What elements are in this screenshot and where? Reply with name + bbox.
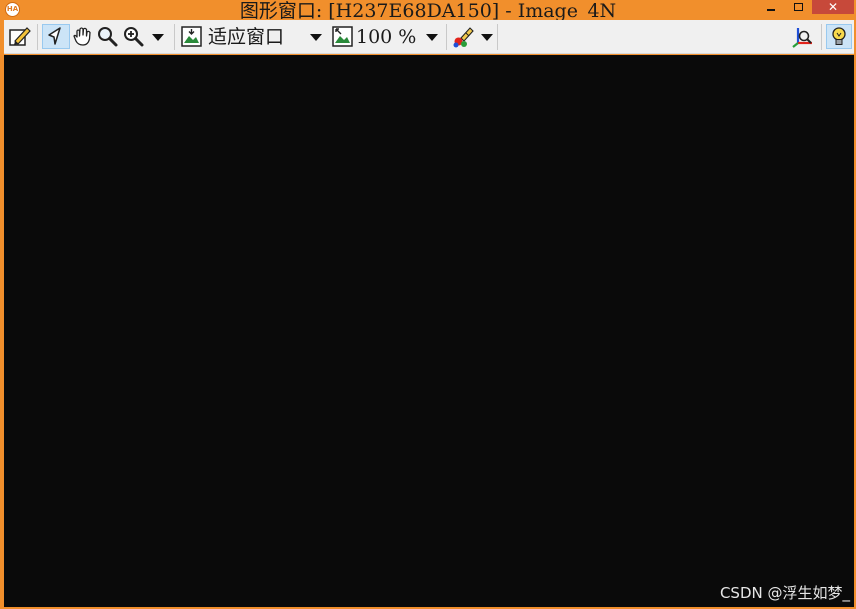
lightbulb-icon bbox=[832, 27, 846, 45]
lightbulb-button[interactable] bbox=[826, 24, 852, 49]
pan-tool-button[interactable] bbox=[71, 24, 95, 49]
minimize-icon bbox=[767, 9, 775, 11]
zoom-in-icon bbox=[124, 27, 144, 47]
zoom-percent-button[interactable] bbox=[331, 24, 355, 49]
hand-icon bbox=[73, 27, 91, 46]
pointer-icon bbox=[48, 27, 61, 45]
axes-tool-button[interactable] bbox=[790, 24, 816, 49]
zoom-percent-icon bbox=[332, 26, 353, 47]
color-brush-icon bbox=[453, 27, 474, 48]
maximize-button[interactable] bbox=[784, 0, 812, 14]
fit-window-label[interactable]: 适应窗口 bbox=[208, 25, 284, 49]
maximize-icon bbox=[794, 3, 803, 11]
magnifier-icon bbox=[98, 27, 118, 47]
fit-window-button[interactable] bbox=[180, 24, 204, 49]
magnifier-tool-button[interactable] bbox=[96, 24, 120, 49]
axes-icon bbox=[792, 28, 812, 48]
minimize-button[interactable] bbox=[756, 0, 786, 14]
toolbar-separator bbox=[446, 24, 447, 50]
toolbar-separator bbox=[821, 24, 822, 50]
zoom-percent-label[interactable]: 100 % bbox=[356, 25, 416, 49]
title-bar[interactable]: HA 图形窗口: [H237E68DA150] - Image_4N ✕ bbox=[0, 0, 856, 22]
chevron-down-icon[interactable] bbox=[426, 34, 438, 41]
toolbar-separator bbox=[497, 24, 498, 50]
pointer-tool-button[interactable] bbox=[42, 24, 70, 49]
fit-window-icon bbox=[181, 26, 202, 47]
chevron-down-icon[interactable] bbox=[152, 34, 164, 41]
toolbar: 适应窗口 100 % bbox=[4, 20, 854, 54]
close-button[interactable]: ✕ bbox=[812, 0, 854, 14]
chevron-down-icon[interactable] bbox=[481, 34, 493, 41]
edit-tool-button[interactable] bbox=[8, 24, 32, 49]
edit-icon bbox=[9, 27, 31, 46]
color-brush-button[interactable] bbox=[452, 24, 496, 49]
toolbar-separator bbox=[37, 24, 38, 50]
image-canvas[interactable]: CSDN @浮生如梦_ bbox=[4, 55, 854, 607]
toolbar-separator bbox=[174, 24, 175, 50]
graphics-window: HA 图形窗口: [H237E68DA150] - Image_4N ✕ 适应窗… bbox=[0, 0, 856, 609]
zoom-in-tool-button[interactable] bbox=[122, 24, 166, 49]
chevron-down-icon[interactable] bbox=[310, 34, 322, 41]
watermark: CSDN @浮生如梦_ bbox=[719, 584, 850, 602]
